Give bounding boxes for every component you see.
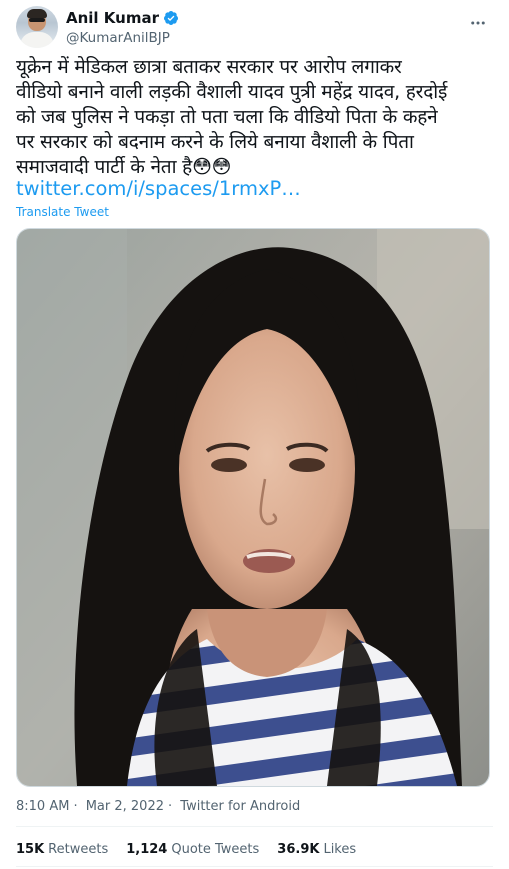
tweet-source[interactable]: Twitter for Android — [180, 799, 300, 814]
tweet-stats: 15K Retweets 1,124 Quote Tweets 36.9K Likes — [16, 842, 356, 857]
tweet-text-line: पर सरकार को बदनाम करने के लिये बनाया वैश… — [16, 131, 414, 153]
verified-badge-icon — [163, 11, 178, 25]
tweet: Anil Kumar @KumarAnilBJP यूक्रेन में मेड… — [0, 0, 509, 869]
tweet-time[interactable]: 8:10 AM — [16, 799, 69, 814]
spaces-link[interactable]: twitter.com/i/spaces/1rmxP… — [16, 177, 301, 200]
tweet-text-line: यूक्रेन में मेडिकल छात्रा बताकर सरकार पर… — [16, 56, 402, 78]
author-name[interactable]: Anil Kumar — [66, 9, 159, 27]
tweet-timestamp: 8:10 AM · Mar 2, 2022 · Twitter for Androi… — [16, 799, 304, 814]
video-thumbnail[interactable] — [17, 229, 489, 786]
translate-tweet-button[interactable]: Translate Tweet — [16, 205, 109, 219]
tweet-text: यूक्रेन में मेडिकल छात्रा बताकर सरकार पर… — [16, 55, 493, 180]
separator: · — [73, 799, 78, 814]
tweet-text-line: वीडियो बनाने वाली लड़की वैशाली यादव पुत्… — [16, 81, 448, 103]
separator: · — [168, 799, 173, 814]
divider — [16, 866, 493, 867]
tweet-media[interactable] — [16, 228, 490, 787]
author-handle[interactable]: @KumarAnilBJP — [66, 30, 170, 46]
retweets-stat[interactable]: 15K Retweets — [16, 842, 108, 857]
divider — [16, 826, 493, 827]
likes-stat[interactable]: 36.9K Likes — [277, 842, 356, 857]
tweet-date[interactable]: Mar 2, 2022 — [86, 799, 164, 814]
tweet-header: Anil Kumar @KumarAnilBJP — [16, 6, 493, 52]
avatar[interactable] — [16, 6, 58, 48]
more-options-icon[interactable] — [467, 12, 489, 34]
tweet-text-line: को जब पुलिस ने पकड़ा तो पता चला कि वीडिय… — [16, 106, 438, 128]
quote-tweets-stat[interactable]: 1,124 Quote Tweets — [126, 842, 259, 857]
author-name-row[interactable]: Anil Kumar — [66, 9, 179, 27]
